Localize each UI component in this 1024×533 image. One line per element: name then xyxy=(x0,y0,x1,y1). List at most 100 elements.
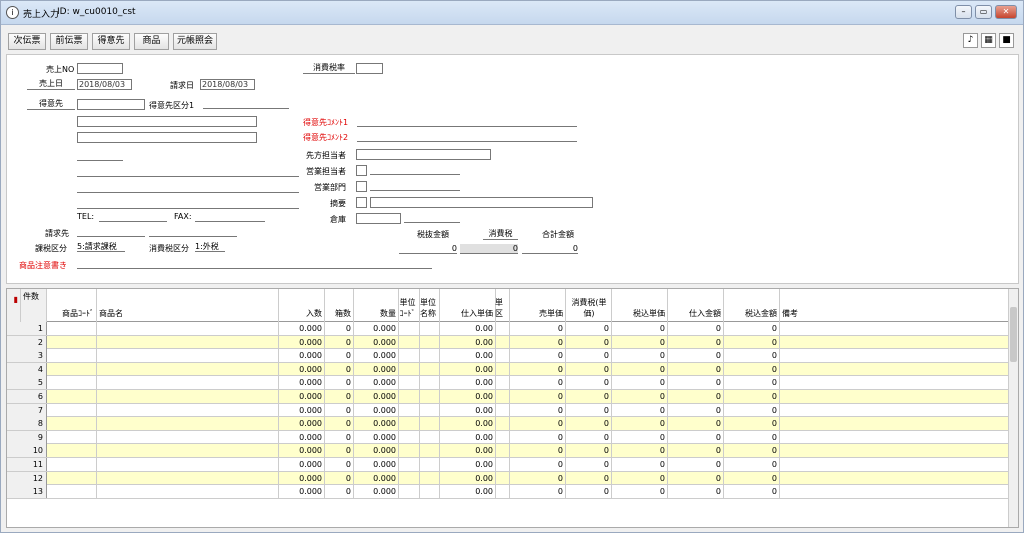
uri-tanka-cell[interactable]: 0 xyxy=(510,403,566,417)
shohizei-kubun-value[interactable]: 1:外税 xyxy=(195,242,225,252)
tani-code-cell[interactable] xyxy=(399,362,420,376)
close-button[interactable]: ✕ xyxy=(995,5,1017,19)
shohin-name-cell[interactable] xyxy=(97,376,279,390)
eigyo-tanto-input[interactable] xyxy=(356,165,367,176)
biko-cell[interactable] xyxy=(780,390,1010,403)
vertical-scrollbar[interactable] xyxy=(1008,289,1018,527)
tani-code-cell[interactable] xyxy=(399,417,420,431)
irisu-cell[interactable]: 0.000 xyxy=(279,349,325,363)
biko-cell[interactable] xyxy=(780,404,1010,417)
table-row[interactable]: 4 0.000 0 0.000 0.00 0 0 0 0 0 xyxy=(7,362,1010,377)
customer-button[interactable]: 得意先 xyxy=(92,33,130,50)
tool-icon[interactable]: ♪ xyxy=(963,33,978,48)
shohin-code-cell[interactable] xyxy=(47,444,97,458)
tani-code-cell[interactable] xyxy=(399,389,420,403)
irisu-cell[interactable]: 0.000 xyxy=(279,335,325,349)
uri-tanka-cell[interactable]: 0 xyxy=(510,335,566,349)
hako-cell[interactable]: 0 xyxy=(325,430,354,444)
hako-cell[interactable]: 0 xyxy=(325,322,354,335)
tanku-cell[interactable] xyxy=(496,322,510,335)
biko-cell[interactable] xyxy=(780,472,1010,485)
biko-cell[interactable] xyxy=(780,349,1010,362)
tanku-cell[interactable] xyxy=(496,457,510,471)
shiire-tanka-cell[interactable]: 0.00 xyxy=(440,485,496,499)
uriage-no-input[interactable] xyxy=(77,63,123,74)
uri-tanka-cell[interactable]: 0 xyxy=(510,444,566,458)
minimize-button[interactable]: – xyxy=(955,5,972,19)
shohin-code-cell[interactable] xyxy=(47,322,97,335)
tax-rate-button[interactable]: 消費税率 xyxy=(303,63,355,74)
tani-code-cell[interactable] xyxy=(399,457,420,471)
tani-code-cell[interactable] xyxy=(399,485,420,499)
shohin-name-cell[interactable] xyxy=(97,417,279,431)
biko-cell[interactable] xyxy=(780,322,1010,335)
suryo-cell[interactable]: 0.000 xyxy=(354,322,399,335)
irisu-cell[interactable]: 0.000 xyxy=(279,403,325,417)
shohin-name-cell[interactable] xyxy=(97,335,279,349)
tokuisaki-button[interactable]: 得意先 xyxy=(27,99,75,110)
uri-tanka-cell[interactable]: 0 xyxy=(510,430,566,444)
shohin-name-cell[interactable] xyxy=(97,389,279,403)
shiire-tanka-cell[interactable]: 0.00 xyxy=(440,417,496,431)
tani-code-cell[interactable] xyxy=(399,403,420,417)
irisu-cell[interactable]: 0.000 xyxy=(279,457,325,471)
tokuisaki-code-input[interactable] xyxy=(77,99,145,110)
suryo-cell[interactable]: 0.000 xyxy=(354,349,399,363)
table-row[interactable]: 13 0.000 0 0.000 0.00 0 0 0 0 0 xyxy=(7,485,1010,499)
shiire-tanka-cell[interactable]: 0.00 xyxy=(440,471,496,485)
irisu-cell[interactable]: 0.000 xyxy=(279,444,325,458)
shohin-code-cell[interactable] xyxy=(47,335,97,349)
biko-cell[interactable] xyxy=(780,485,1010,498)
tanku-cell[interactable] xyxy=(496,389,510,403)
tanku-cell[interactable] xyxy=(496,485,510,499)
uri-tanka-cell[interactable]: 0 xyxy=(510,485,566,499)
hako-cell[interactable]: 0 xyxy=(325,349,354,363)
shohin-name-cell[interactable] xyxy=(97,403,279,417)
shohin-name-cell[interactable] xyxy=(97,444,279,458)
biko-cell[interactable] xyxy=(780,458,1010,471)
uri-tanka-cell[interactable]: 0 xyxy=(510,457,566,471)
shiire-tanka-cell[interactable]: 0.00 xyxy=(440,403,496,417)
shohin-name-cell[interactable] xyxy=(97,430,279,444)
biko-cell[interactable] xyxy=(780,363,1010,376)
tanku-cell[interactable] xyxy=(496,403,510,417)
table-row[interactable]: 3 0.000 0 0.000 0.00 0 0 0 0 0 xyxy=(7,349,1010,363)
uri-tanka-cell[interactable]: 0 xyxy=(510,349,566,363)
irisu-cell[interactable]: 0.000 xyxy=(279,362,325,376)
table-row[interactable]: 10 0.000 0 0.000 0.00 0 0 0 0 0 xyxy=(7,444,1010,458)
hako-cell[interactable]: 0 xyxy=(325,417,354,431)
shiire-tanka-cell[interactable]: 0.00 xyxy=(440,376,496,390)
shohizei-button[interactable]: 消費税 xyxy=(483,229,518,240)
tax-rate-input[interactable] xyxy=(356,63,383,74)
seikyu-date-input[interactable]: 2018/08/03 xyxy=(200,79,255,90)
shohin-code-cell[interactable] xyxy=(47,349,97,363)
shohin-name-cell[interactable] xyxy=(97,457,279,471)
shiire-tanka-cell[interactable]: 0.00 xyxy=(440,362,496,376)
tani-code-cell[interactable] xyxy=(399,335,420,349)
shiire-tanka-cell[interactable]: 0.00 xyxy=(440,349,496,363)
shohin-code-cell[interactable] xyxy=(47,417,97,431)
suryo-cell[interactable]: 0.000 xyxy=(354,417,399,431)
shohin-code-cell[interactable] xyxy=(47,457,97,471)
tanku-cell[interactable] xyxy=(496,376,510,390)
shiire-tanka-cell[interactable]: 0.00 xyxy=(440,389,496,403)
irisu-cell[interactable]: 0.000 xyxy=(279,376,325,390)
suryo-cell[interactable]: 0.000 xyxy=(354,457,399,471)
table-row[interactable]: 2 0.000 0 0.000 0.00 0 0 0 0 0 xyxy=(7,335,1010,350)
shohin-code-cell[interactable] xyxy=(47,389,97,403)
tanku-cell[interactable] xyxy=(496,417,510,431)
tanku-cell[interactable] xyxy=(496,362,510,376)
uriage-date-input[interactable]: 2018/08/03 xyxy=(77,79,132,90)
uriage-date-button[interactable]: 売上日 xyxy=(27,79,75,90)
souko-input[interactable] xyxy=(356,213,401,224)
shohin-code-cell[interactable] xyxy=(47,430,97,444)
suryo-cell[interactable]: 0.000 xyxy=(354,362,399,376)
shohin-name-cell[interactable] xyxy=(97,349,279,363)
tanku-cell[interactable] xyxy=(496,444,510,458)
shiire-tanka-cell[interactable]: 0.00 xyxy=(440,335,496,349)
tani-code-cell[interactable] xyxy=(399,322,420,335)
shohin-name-cell[interactable] xyxy=(97,362,279,376)
table-row[interactable]: 1 0.000 0 0.000 0.00 0 0 0 0 0 xyxy=(7,322,1010,336)
biko-cell[interactable] xyxy=(780,336,1010,349)
prev-slip-button[interactable]: 前伝票 xyxy=(50,33,88,50)
